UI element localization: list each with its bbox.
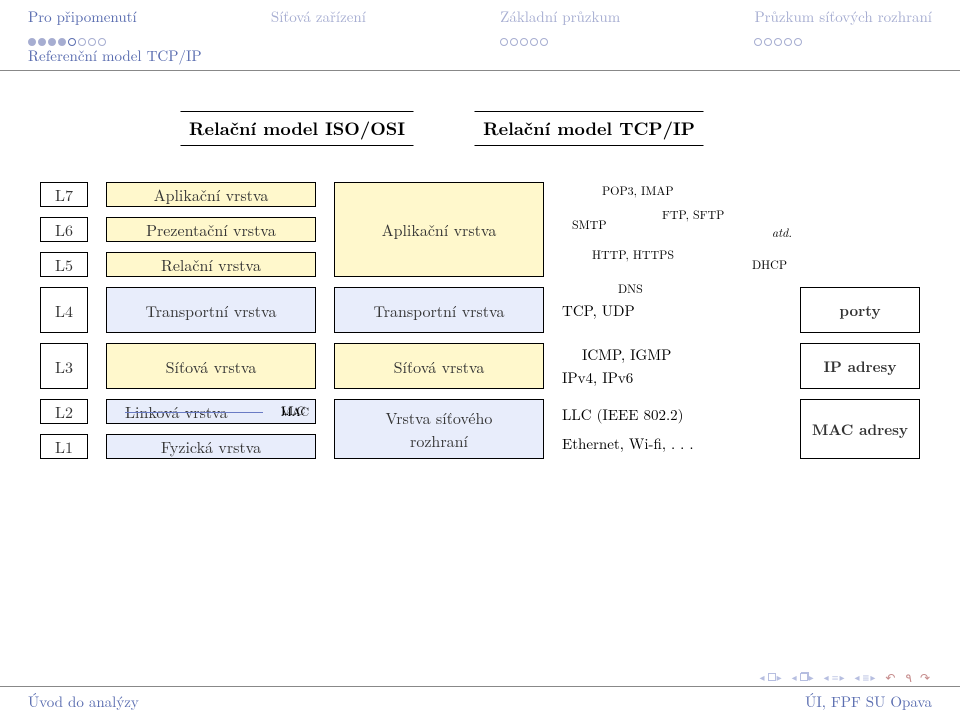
title-osi: Relační model ISO/OSI <box>180 111 414 146</box>
nav-section-label: Síťová zařízení <box>271 6 366 27</box>
nav-back-icon[interactable]: ↶ <box>885 669 897 686</box>
nav-search-icon[interactable]: ۹ <box>905 669 911 686</box>
nav-section-label: Základní průzkum <box>500 6 620 27</box>
nav-frame-icon[interactable]: ◂▸ <box>760 670 784 684</box>
proto-eth: Ethernet, Wi-fi, . . . <box>562 433 694 454</box>
sublayer-mac: MAC <box>281 405 309 419</box>
tcp-nic-label: Vrstva síťového rozhraní <box>386 406 493 452</box>
layer-id-l4: L4 <box>40 287 88 333</box>
footer: Úvod do analýzy ÚI, FPF SU Opava <box>0 686 960 718</box>
osi-l1: Fyzická vrstva <box>106 434 316 459</box>
footer-left: Úvod do analýzy <box>28 691 139 712</box>
nav-section-2[interactable]: Základní průzkum <box>500 6 620 41</box>
osi-l4: Transportní vrstva <box>106 287 316 333</box>
title-tcpip: Relační model TCP/IP <box>474 111 704 146</box>
tcp-transport: Transportní vrstva <box>334 287 544 333</box>
nav-progress <box>271 29 366 41</box>
osi-l3: Síťová vrstva <box>106 343 316 389</box>
proto-etc: atd. <box>772 226 792 240</box>
layer-id-l3: L3 <box>40 343 88 389</box>
proto-ftp: FTP, SFTP <box>662 208 724 222</box>
nav-section-icon[interactable]: ◂≡▸ <box>824 669 847 686</box>
layer-id-l7: L7 <box>40 182 88 207</box>
layer-id-l6: L6 <box>40 217 88 242</box>
nav-subsection-icon[interactable]: ◂▸ <box>792 670 816 684</box>
proto-llc: LLC (IEEE 802.2) <box>562 404 683 425</box>
nav-progress <box>500 29 620 41</box>
layer-id-l5: L5 <box>40 252 88 277</box>
nav-presentation-icon[interactable]: ◂≡▸ <box>855 668 878 686</box>
top-navigation: Pro připomenutí Síťová zařízení Základní… <box>0 0 960 41</box>
proto-dhcp: DHCP <box>752 258 787 272</box>
osi-l6: Prezentační vrstva <box>106 217 316 242</box>
app-protocols: POP3, IMAP SMTP FTP, SFTP HTTP, HTTPS DN… <box>562 182 920 277</box>
layer-id-l2: L2 <box>40 399 88 424</box>
network-protocols: ICMP, IGMP IPv4, IPv6 <box>562 343 782 389</box>
row-app-group: L7 Aplikační vrstva L6 Prezentační vrstv… <box>40 182 920 277</box>
addr-ports: porty <box>800 287 920 333</box>
nav-forward-icon[interactable]: ↷ <box>920 669 932 686</box>
nav-section-label: Pro připomenutí <box>28 6 137 27</box>
nav-section-1[interactable]: Síťová zařízení <box>271 6 366 41</box>
tcp-nic-layer: Vrstva síťového rozhraní <box>334 399 544 459</box>
row-l3: L3 Síťová vrstva Síťová vrstva ICMP, IGM… <box>40 343 920 389</box>
addr-ip: IP adresy <box>800 343 920 389</box>
addr-mac: MAC adresy <box>800 399 920 459</box>
proto-smtp: SMTP <box>572 218 607 232</box>
nav-progress <box>28 29 137 41</box>
nav-section-3[interactable]: Průzkum síťových rozhraní <box>754 6 932 41</box>
nav-section-0[interactable]: Pro připomenutí <box>28 6 137 41</box>
osi-l7: Aplikační vrstva <box>106 182 316 207</box>
osi-l2: Linková vrstva LLC MAC <box>106 399 316 424</box>
beamer-nav-icons[interactable]: ◂▸ ◂▸ ◂≡▸ ◂≡▸ ↶ ۹ ↷ <box>760 668 932 686</box>
transport-protocols: TCP, UDP <box>562 287 782 333</box>
proto-tcpudp: TCP, UDP <box>562 300 635 321</box>
tcp-network: Síťová vrstva <box>334 343 544 389</box>
proto-icmp: ICMP, IGMP <box>582 344 671 365</box>
row-l4: L4 Transportní vrstva Transportní vrstva… <box>40 287 920 333</box>
row-link-group: L2 Linková vrstva LLC MAC L1 Fyzická vrs… <box>40 399 920 459</box>
layers-diagram: L7 Aplikační vrstva L6 Prezentační vrstv… <box>40 182 920 459</box>
link-protocols: LLC (IEEE 802.2) Ethernet, Wi-fi, . . . <box>562 399 782 459</box>
nav-progress <box>754 29 932 41</box>
subsection-title: Referenční model TCP/IP <box>0 41 960 66</box>
footer-right: ÚI, FPF SU Opava <box>805 691 932 712</box>
slide-content: Relační model ISO/OSI Relační model TCP/… <box>0 71 960 479</box>
tcp-app-layer: Aplikační vrstva <box>334 182 544 277</box>
proto-http: HTTP, HTTPS <box>592 248 674 262</box>
proto-pop3: POP3, IMAP <box>602 184 674 198</box>
osi-l5: Relační vrstva <box>106 252 316 277</box>
proto-ipv: IPv4, IPv6 <box>562 367 633 388</box>
proto-dns: DNS <box>618 282 643 296</box>
nav-section-label: Průzkum síťových rozhraní <box>754 6 932 27</box>
layer-id-l1: L1 <box>40 434 88 459</box>
column-titles: Relační model ISO/OSI Relační model TCP/… <box>180 111 920 146</box>
